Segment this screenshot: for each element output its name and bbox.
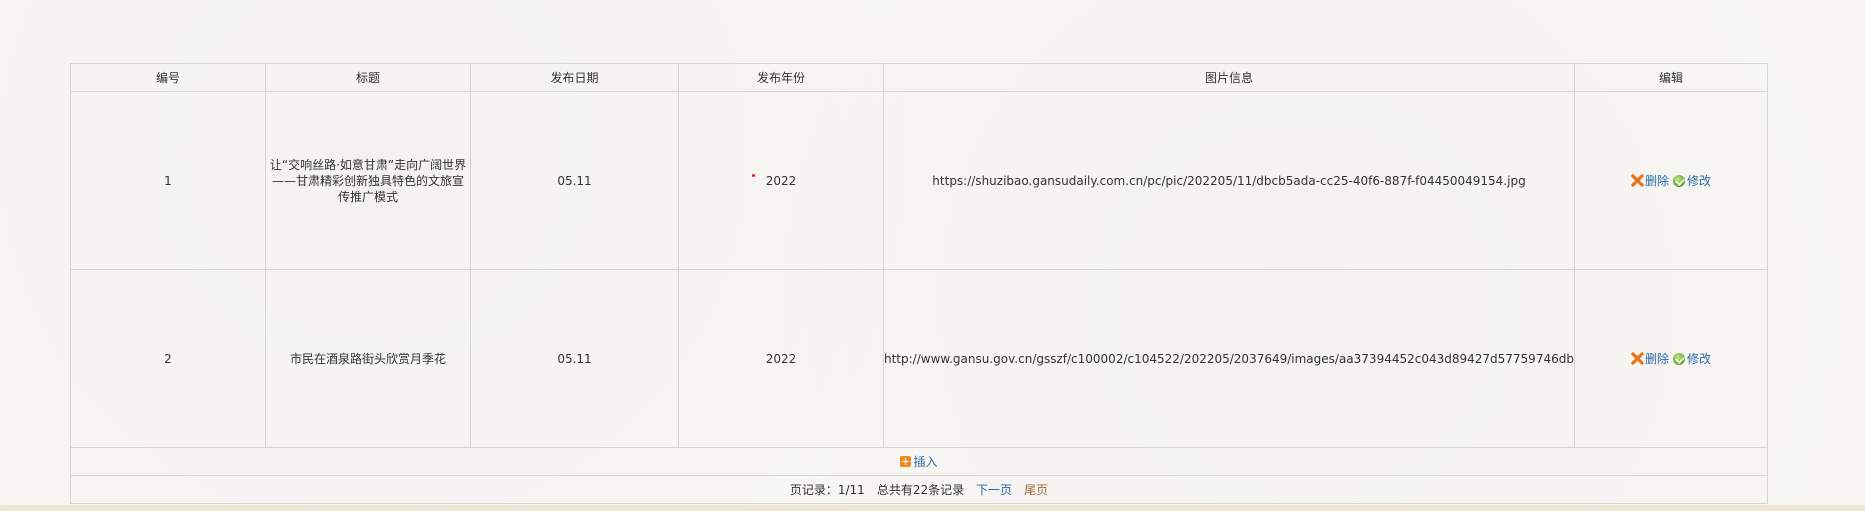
table-row: 1 让“交响丝路·如意甘肃”走向广阔世界 ——甘肃精彩创新独具特色的文旅宣传推广… bbox=[70, 91, 1768, 270]
row-title: 让“交响丝路·如意甘肃”走向广阔世界 ——甘肃精彩创新独具特色的文旅宣传推广模式 bbox=[265, 91, 471, 270]
header-image-info: 图片信息 bbox=[883, 63, 1575, 92]
edit-check-icon[interactable] bbox=[1673, 353, 1685, 365]
last-page-link[interactable]: 尾页 bbox=[1024, 483, 1048, 497]
row-image-url: http://www.gansu.gov.cn/gsszf/c100002/c1… bbox=[883, 269, 1575, 448]
records-table: 编号 标题 发布日期 发布年份 图片信息 编辑 1 让“交响丝路·如意甘肃”走向… bbox=[70, 63, 1768, 504]
total-records-text: 总共有22条记录 bbox=[876, 483, 965, 497]
row-date: 05.11 bbox=[470, 269, 679, 448]
row-id: 2 bbox=[70, 269, 266, 448]
row-id: 1 bbox=[70, 91, 266, 270]
edit-link[interactable]: 修改 bbox=[1687, 352, 1711, 366]
row-actions: 删除 修改 bbox=[1574, 91, 1768, 270]
page: 编号 标题 发布日期 发布年份 图片信息 编辑 1 让“交响丝路·如意甘肃”走向… bbox=[0, 0, 1865, 511]
row-title: 市民在酒泉路街头欣赏月季花 bbox=[265, 269, 471, 448]
insert-row: 插入 bbox=[70, 447, 1768, 476]
header-date: 发布日期 bbox=[470, 63, 679, 92]
header-id: 编号 bbox=[70, 63, 266, 92]
row-actions: 删除 修改 bbox=[1574, 269, 1768, 448]
bottom-decorative-strip bbox=[0, 505, 1865, 511]
row-year: 2022 bbox=[678, 91, 884, 270]
pager-row: 页记录：1/11 总共有22条记录 下一页 尾页 bbox=[70, 475, 1768, 504]
row-image-url: https://shuzibao.gansudaily.com.cn/pc/pi… bbox=[883, 91, 1575, 270]
delete-link[interactable]: 删除 bbox=[1645, 352, 1669, 366]
delete-x-icon[interactable] bbox=[1631, 352, 1644, 365]
pagination: 页记录：1/11 总共有22条记录 下一页 尾页 bbox=[70, 475, 1768, 504]
row-year: 2022 bbox=[678, 269, 884, 448]
header-title: 标题 bbox=[265, 63, 471, 92]
delete-x-icon[interactable] bbox=[1631, 174, 1644, 187]
insert-link[interactable]: 插入 bbox=[913, 455, 937, 469]
header-year: 发布年份 bbox=[678, 63, 884, 92]
page-record-text: 页记录：1/11 bbox=[789, 483, 865, 497]
next-page-link[interactable]: 下一页 bbox=[976, 483, 1012, 497]
insert-cell: 插入 bbox=[70, 447, 1768, 476]
delete-link[interactable]: 删除 bbox=[1645, 174, 1669, 188]
edit-link[interactable]: 修改 bbox=[1687, 174, 1711, 188]
header-edit: 编辑 bbox=[1574, 63, 1768, 92]
insert-plus-icon[interactable] bbox=[900, 456, 912, 467]
row-date: 05.11 bbox=[470, 91, 679, 270]
table-row: 2 市民在酒泉路街头欣赏月季花 05.11 2022 http://www.ga… bbox=[70, 269, 1768, 448]
table-header-row: 编号 标题 发布日期 发布年份 图片信息 编辑 bbox=[70, 63, 1768, 92]
edit-check-icon[interactable] bbox=[1673, 175, 1685, 187]
